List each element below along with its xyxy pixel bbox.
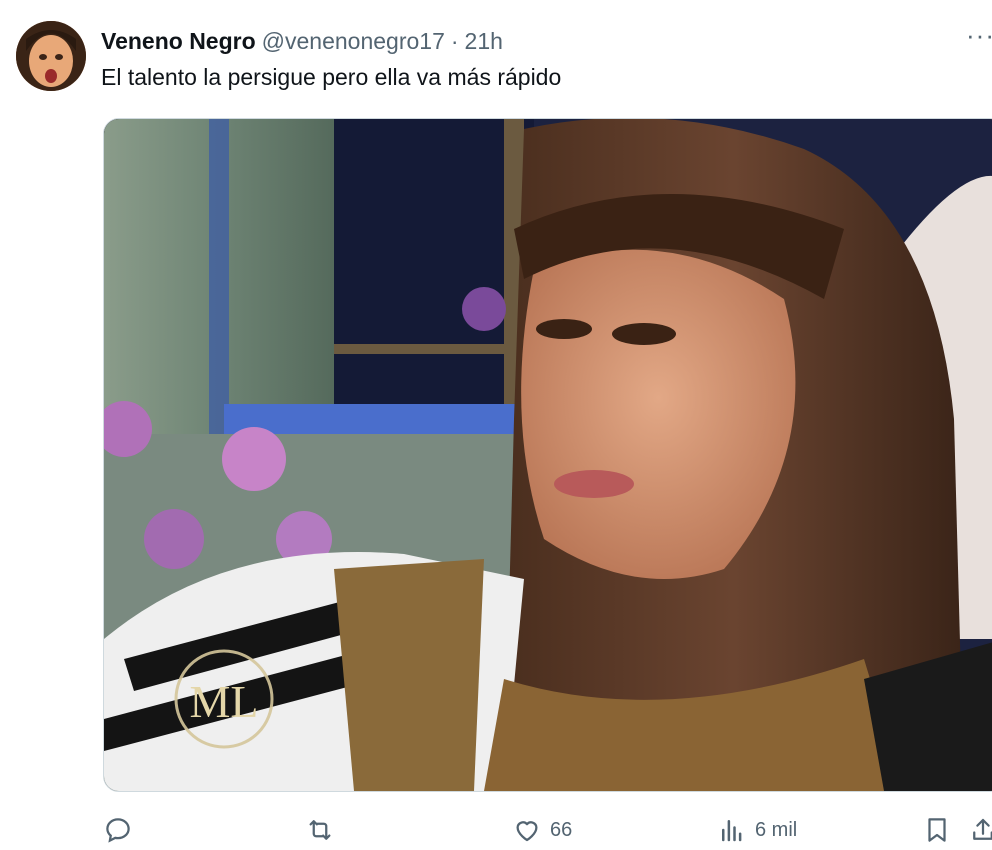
- tweet-media[interactable]: ML: [103, 118, 992, 792]
- avatar[interactable]: [16, 21, 86, 91]
- tweet-text: El talento la persigue pero ella va más …: [101, 64, 562, 90]
- bookmark-button[interactable]: [922, 810, 952, 850]
- display-name[interactable]: Veneno Negro: [101, 28, 256, 55]
- share-button[interactable]: [968, 810, 992, 850]
- tweet-actions: 66 6 mil: [0, 810, 992, 850]
- avatar-image: [16, 21, 86, 91]
- retweet-button[interactable]: [305, 810, 343, 850]
- retweet-icon: [309, 820, 331, 840]
- reply-button[interactable]: [103, 810, 141, 850]
- like-button[interactable]: 66: [512, 810, 572, 850]
- views-button[interactable]: 6 mil: [717, 810, 797, 850]
- timestamp[interactable]: 21h: [465, 28, 503, 55]
- tweet-header: Veneno Negro @venenonegro17 · 21h: [101, 26, 503, 56]
- media-photo: ML: [104, 119, 992, 791]
- views-count: 6 mil: [755, 818, 798, 841]
- heart-icon: [516, 821, 538, 842]
- more-options-icon[interactable]: ···: [966, 28, 992, 52]
- user-handle[interactable]: @venenonegro17: [262, 28, 445, 55]
- media-watermark: ML: [190, 676, 259, 727]
- tweet[interactable]: Veneno Negro @venenonegro17 · 21h ··· El…: [0, 0, 992, 850]
- views-icon: [722, 820, 742, 842]
- like-count: 66: [550, 818, 573, 841]
- share-icon: [973, 818, 992, 840]
- bookmark-icon: [928, 818, 946, 842]
- separator-dot: ·: [450, 27, 459, 54]
- reply-icon: [106, 818, 130, 843]
